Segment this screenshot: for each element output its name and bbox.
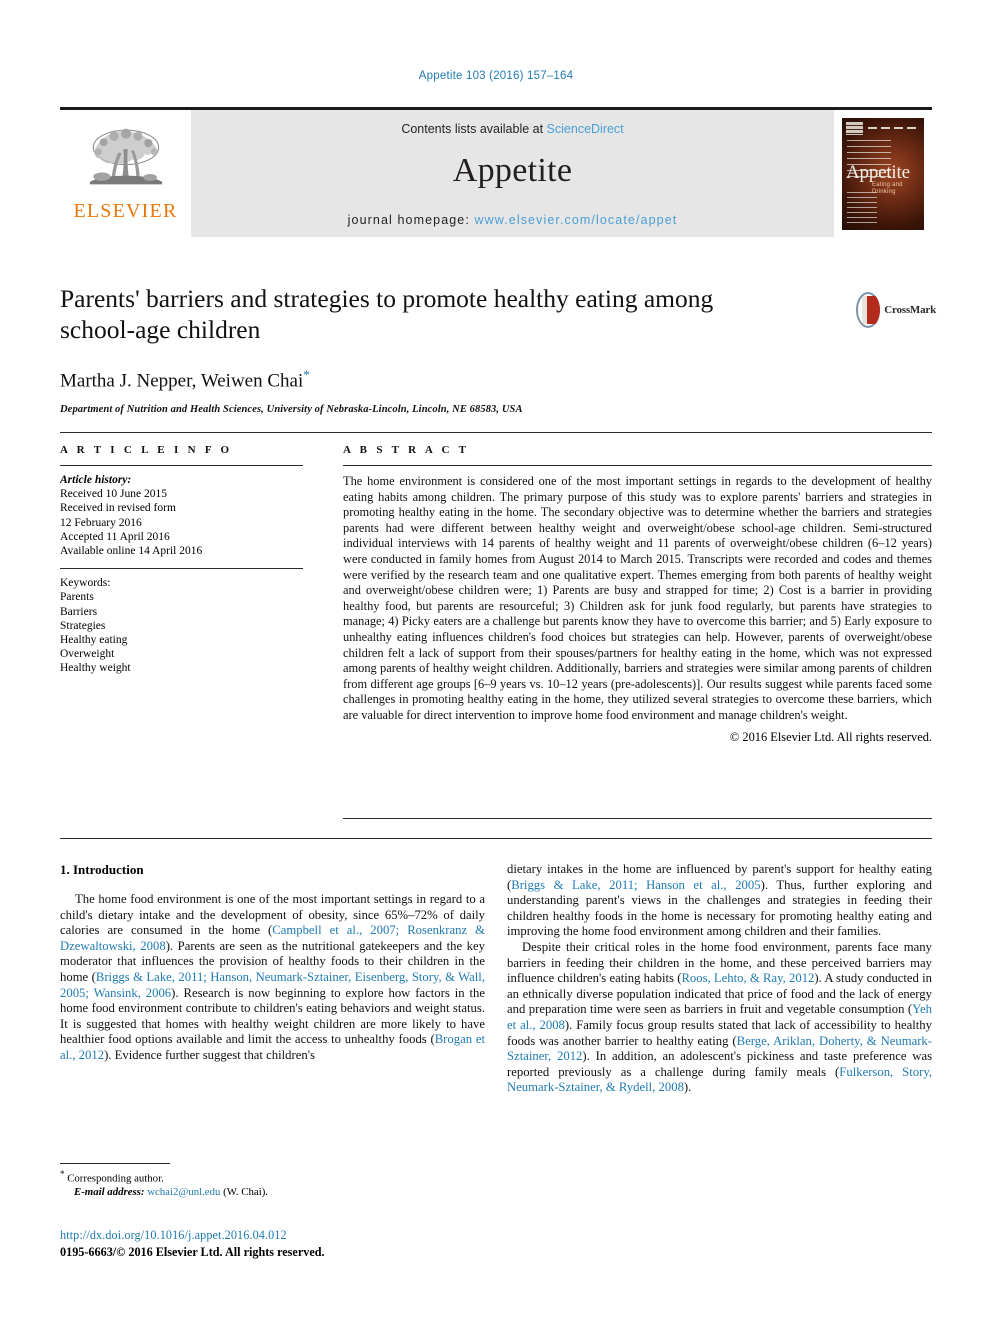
keyword-item: Healthy eating	[60, 634, 128, 647]
journal-homepage-line: journal homepage: www.elsevier.com/locat…	[191, 213, 834, 227]
article-info-heading: A R T I C L E I N F O	[60, 444, 233, 456]
journal-cover-thumbnail: Appetite Eating and Drinking	[842, 117, 924, 230]
history-item: Accepted 11 April 2016	[60, 530, 170, 543]
article-page: Appetite 103 (2016) 157–164 ELSEVIER Con…	[0, 0, 992, 1323]
affiliation: Department of Nutrition and Health Scien…	[60, 404, 523, 416]
masthead-center: Contents lists available at ScienceDirec…	[191, 110, 834, 237]
title-block: Parents' barriers and strategies to prom…	[60, 283, 870, 415]
text-run: ). Evidence further suggest that childre…	[104, 1047, 315, 1062]
history-item: 12 February 2016	[60, 516, 142, 529]
keywords-block: Keywords: Parents Barriers Strategies He…	[60, 569, 303, 675]
divider-above-body	[60, 838, 932, 839]
citation-link[interactable]: Roos, Lehto, & Ray, 2012	[681, 971, 814, 985]
crossmark-badge[interactable]: CrossMark	[856, 288, 936, 332]
paragraph: dietary intakes in the home are influenc…	[507, 862, 932, 940]
paragraph: The home food environment is one of the …	[60, 892, 485, 1064]
elsevier-logo: ELSEVIER	[60, 110, 191, 237]
sciencedirect-link[interactable]: ScienceDirect	[547, 122, 624, 136]
elsevier-tree-icon	[89, 128, 162, 184]
abstract-section: A B S T R A C T The home environment is …	[343, 444, 932, 745]
keywords-label: Keywords:	[60, 577, 111, 590]
page-footer: http://dx.doi.org/10.1016/j.appet.2016.0…	[60, 1228, 560, 1260]
footnote-marker: *	[60, 1169, 65, 1179]
cover-dashes	[868, 126, 918, 129]
keyword-item: Overweight	[60, 648, 115, 661]
paragraph: Despite their critical roles in the home…	[507, 940, 932, 1096]
contents-available-line: Contents lists available at ScienceDirec…	[401, 122, 623, 136]
keyword-item: Healthy weight	[60, 662, 131, 675]
history-item: Received 10 June 2015	[60, 488, 167, 501]
corresponding-author-text: Corresponding author.	[67, 1172, 164, 1185]
keyword-item: Parents	[60, 591, 94, 604]
abstract-heading: A B S T R A C T	[343, 444, 470, 456]
homepage-prefix: journal homepage:	[347, 213, 475, 227]
homepage-url-link[interactable]: www.elsevier.com/locate/appet	[475, 213, 678, 227]
journal-title: Appetite	[452, 152, 573, 189]
body-column-right: dietary intakes in the home are influenc…	[507, 862, 932, 1096]
citation-link[interactable]: Briggs & Lake, 2011; Hanson et al., 2005	[511, 878, 760, 892]
contents-prefix: Contents lists available at	[401, 122, 547, 136]
author-list: Martha J. Nepper, Weiwen Chai*	[60, 367, 870, 392]
history-item: Available online 14 April 2016	[60, 545, 203, 558]
journal-masthead: ELSEVIER Contents lists available at Sci…	[60, 107, 932, 237]
cover-text-lines-lower	[847, 191, 877, 224]
crossmark-label: CrossMark	[884, 304, 936, 316]
issn-copyright: 0195-6663/© 2016 Elsevier Ltd. All right…	[60, 1245, 325, 1259]
keyword-item: Strategies	[60, 619, 106, 632]
abstract-copyright: © 2016 Elsevier Ltd. All rights reserved…	[729, 729, 932, 744]
cover-barcode-icon	[846, 121, 863, 135]
author-names: Martha J. Nepper, Weiwen Chai	[60, 370, 304, 392]
email-link[interactable]: wchai2@unl.edu	[147, 1186, 220, 1198]
running-head: Appetite 103 (2016) 157–164	[418, 70, 574, 82]
section-heading-introduction: 1. Introduction	[60, 862, 144, 877]
journal-cover-cell: Appetite Eating and Drinking	[834, 110, 932, 237]
page-title: Parents' barriers and strategies to prom…	[60, 284, 714, 344]
article-history: Article history: Received 10 June 2015 R…	[60, 466, 303, 558]
footnote-block: * Corresponding author. E-mail address: …	[60, 1168, 485, 1199]
crossmark-icon	[856, 292, 880, 328]
elsevier-wordmark: ELSEVIER	[73, 199, 178, 222]
abstract-text: The home environment is considered one o…	[343, 474, 932, 722]
article-info-section: A R T I C L E I N F O Article history: R…	[60, 444, 303, 676]
cover-title: Appetite	[846, 161, 910, 183]
keyword-item: Barriers	[60, 605, 98, 618]
doi-link[interactable]: http://dx.doi.org/10.1016/j.appet.2016.0…	[60, 1228, 560, 1243]
cover-subtitle: Eating and Drinking	[872, 181, 903, 195]
corresponding-author-note: * Corresponding author.	[60, 1168, 485, 1186]
text-run: ).	[683, 1080, 692, 1095]
divider-below-abstract	[343, 818, 932, 819]
email-note: E-mail address: wchai2@unl.edu (W. Chai)…	[60, 1186, 485, 1199]
footnote-rule	[60, 1163, 170, 1164]
email-label: E-mail address:	[74, 1186, 145, 1198]
corresponding-author-marker: *	[303, 367, 310, 382]
divider-above-info	[60, 432, 932, 433]
history-item: Received in revised form	[60, 502, 176, 515]
body-column-left: 1. Introduction The home food environmen…	[60, 862, 485, 1064]
article-history-label: Article history:	[60, 474, 132, 486]
email-owner: (W. Chai).	[223, 1186, 268, 1198]
